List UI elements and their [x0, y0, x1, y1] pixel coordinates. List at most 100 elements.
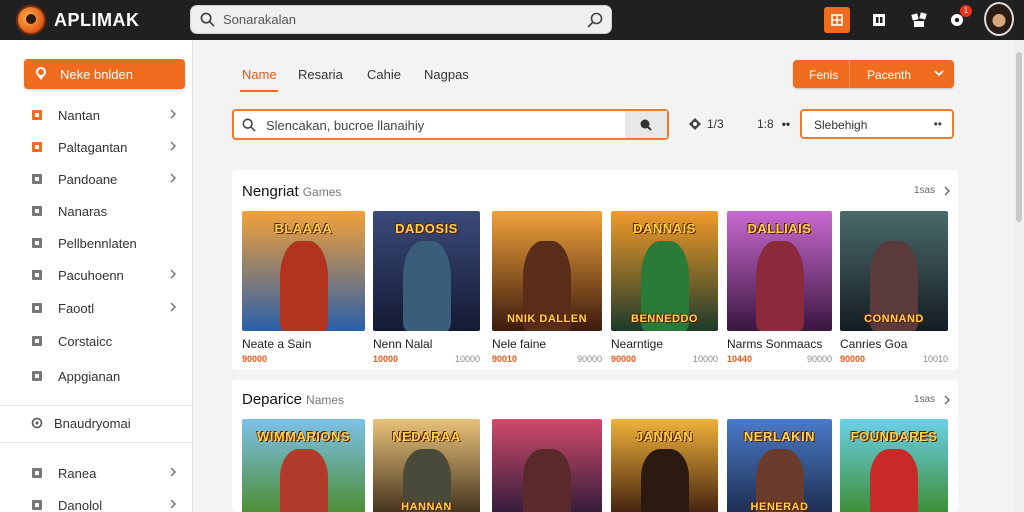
game-title[interactable]: Nele faine — [492, 337, 546, 351]
chevron-right-icon — [170, 499, 177, 509]
sidebar-item-label: Nantan — [58, 107, 100, 123]
sidebar-item-label: Nanaras — [58, 203, 108, 219]
sidebar-item-label: Pandoane — [58, 171, 118, 187]
game-thumbnail[interactable]: WIMMARIONS — [242, 419, 365, 512]
filter-a-label: 1/3 — [707, 117, 724, 131]
filter-toggle-b[interactable]: 1:8 •• — [757, 117, 790, 131]
game-title[interactable]: Neate a Sain — [242, 337, 311, 351]
chevron-down-icon[interactable] — [934, 68, 944, 78]
game-rating: 90000 — [242, 354, 268, 364]
game-thumbnail-title: DADOSIS — [395, 221, 458, 236]
grid-button[interactable] — [866, 7, 892, 33]
apps-icon — [911, 12, 927, 27]
main-search-submit[interactable] — [625, 111, 667, 138]
puzzle-icon-button[interactable] — [824, 7, 850, 33]
search-icon — [242, 118, 256, 132]
sidebar-item[interactable]: Ranea — [20, 460, 185, 486]
game-thumbnail[interactable]: NNIK DALLEN — [492, 211, 602, 331]
notifications-button[interactable]: 1 — [944, 5, 972, 33]
sidebar-item[interactable]: Faootl — [20, 295, 185, 321]
sidebar-item-label: Ranea — [58, 465, 97, 481]
game-thumbnail[interactable]: NERLAKIN HENERAD — [727, 419, 832, 512]
game-character-art — [640, 449, 689, 512]
game-title[interactable]: Narms Sonmaacs — [727, 337, 822, 351]
sidebar-item[interactable]: Nantan — [20, 102, 185, 128]
section-more-link[interactable]: 1sas — [914, 394, 951, 405]
chevron-right-icon — [944, 186, 951, 195]
game-thumbnail-title: DALLIAIS — [747, 221, 812, 236]
game-character-art — [870, 449, 918, 512]
main-search-input[interactable]: Slencakan, bucroe llanaihiy — [266, 118, 424, 133]
tab-cahie[interactable]: Cahie — [367, 67, 401, 82]
sort-select[interactable]: Slebehigh •• — [800, 109, 954, 139]
split-button-left[interactable]: Fenis — [809, 68, 838, 82]
sidebar-section-header[interactable]: Bnaudryomai — [20, 410, 185, 436]
section-title: Deparice Names — [242, 391, 344, 408]
tab-resaria[interactable]: Resaria — [298, 67, 343, 82]
user-avatar[interactable] — [984, 2, 1014, 36]
section-more-link[interactable]: 1sas — [914, 185, 951, 196]
puzzle-icon — [831, 14, 843, 26]
sidebar-item-label: Danolol — [58, 497, 103, 512]
tab-name[interactable]: Name — [242, 67, 277, 82]
split-action-button[interactable]: Fenis Pacenth — [793, 60, 954, 88]
game-thumbnail[interactable]: CONNAND — [840, 211, 948, 331]
sidebar-item[interactable]: Appgianan — [20, 363, 185, 389]
sidebar-divider — [0, 442, 192, 443]
scrollbar-thumb[interactable] — [1016, 52, 1022, 222]
split-button-right[interactable]: Pacenth — [867, 68, 911, 82]
sidebar-cta-button[interactable]: Neke bnlden — [24, 59, 185, 89]
game-review-count: 90000 — [806, 354, 832, 364]
logo-icon — [16, 5, 46, 35]
page-scrollbar[interactable] — [1014, 40, 1024, 512]
filter-b-label: 1:8 — [757, 117, 774, 131]
apps-button[interactable] — [906, 7, 932, 33]
game-thumbnail[interactable]: FOUNDARES — [840, 419, 948, 512]
game-rating: 10000 — [373, 354, 399, 364]
game-thumbnail-title: DANNAIS — [633, 221, 696, 236]
filter-toggle-a[interactable]: 1/3 — [688, 117, 724, 131]
game-character-art — [279, 241, 328, 331]
sidebar-item[interactable]: Pandoane — [20, 166, 185, 192]
game-thumbnail[interactable] — [492, 419, 602, 512]
sidebar-item[interactable]: Pellbennlaten — [20, 230, 185, 256]
game-thumbnail[interactable]: DANNAIS BENNEDDO — [611, 211, 718, 331]
sidebar-cta-label: Neke bnlden — [60, 66, 133, 82]
game-title[interactable]: Canries Goa — [840, 337, 907, 351]
game-thumbnail[interactable]: DADOSIS — [373, 211, 480, 331]
section-title-text: Deparice — [242, 391, 303, 408]
top-search-bar[interactable]: Sonarakalan — [190, 5, 612, 34]
section-title-text: Nengriat — [242, 183, 299, 200]
game-rating: 90000 — [611, 354, 637, 364]
tab-nagpas[interactable]: Nagpas — [424, 67, 469, 82]
game-title[interactable]: Nenn Nalal — [373, 337, 432, 351]
chevron-right-icon — [170, 141, 177, 151]
game-thumbnail[interactable]: BLAAAA — [242, 211, 365, 331]
chevron-right-icon — [170, 173, 177, 183]
sidebar-item[interactable]: Corstaicc — [20, 328, 185, 354]
game-thumbnail-title: NERLAKIN — [743, 429, 816, 444]
search-submit-icon[interactable] — [587, 12, 603, 28]
game-thumbnail[interactable]: NEDARAA HANNAN — [373, 419, 480, 512]
notification-badge: 1 — [960, 5, 972, 17]
active-tab-indicator — [240, 90, 278, 92]
app-logo[interactable]: APLIMAK — [16, 5, 140, 35]
game-thumbnail[interactable]: DALLIAIS — [727, 211, 832, 331]
sidebar-item[interactable]: Nanaras — [20, 198, 185, 224]
game-thumbnail[interactable]: JANNAN — [611, 419, 718, 512]
sidebar-item[interactable]: Paltagantan — [20, 134, 185, 160]
chevron-right-icon — [170, 302, 177, 312]
main-search-bar[interactable]: Slencakan, bucroe llanaihiy — [232, 109, 669, 140]
grid-icon — [873, 14, 885, 26]
sort-select-value: Slebehigh — [814, 118, 868, 132]
section-subtitle: Names — [306, 393, 345, 407]
game-thumbnail-caption: HENERAD — [750, 501, 809, 512]
section-more-label: 1sas — [914, 185, 936, 196]
game-title[interactable]: Nearntige — [611, 337, 663, 351]
game-thumbnail-title: NEDARAA — [392, 429, 461, 444]
box-icon — [30, 204, 44, 218]
sidebar-item[interactable]: Pacuhoenn — [20, 262, 185, 288]
sidebar-item[interactable]: Danolol — [20, 492, 185, 512]
game-thumbnail-title: FOUNDARES — [850, 429, 938, 444]
top-search-input[interactable]: Sonarakalan — [223, 12, 296, 27]
